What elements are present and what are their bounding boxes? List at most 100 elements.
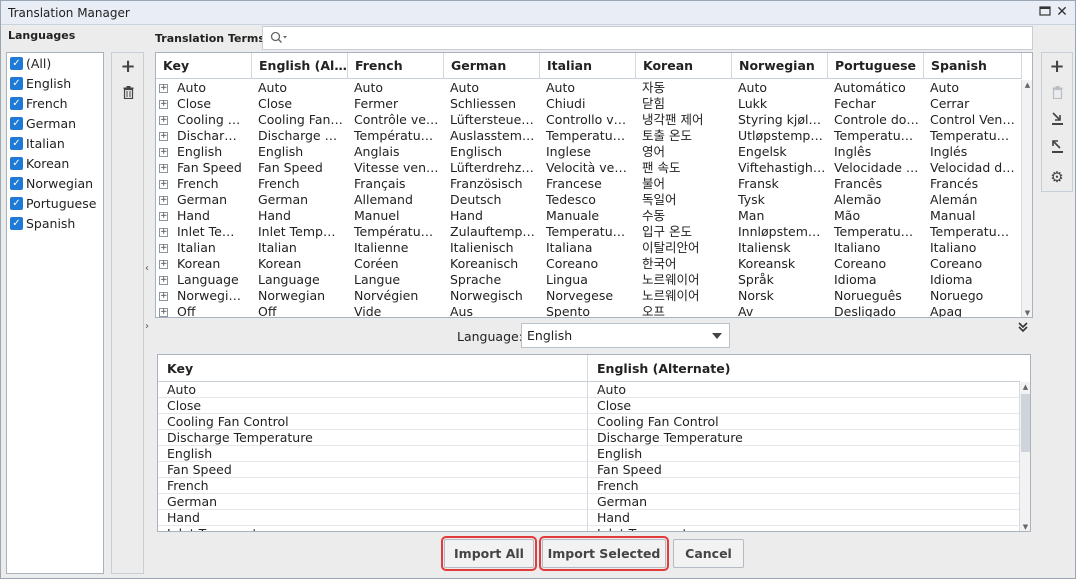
table-cell[interactable]: Velocidad d… (924, 160, 1022, 176)
table-cell[interactable]: Anglais (348, 144, 444, 160)
table-cell-translation[interactable]: Auto (588, 382, 1020, 398)
language-item[interactable]: ✓ Portuguese (7, 193, 103, 213)
table-cell-key[interactable]: Fan Speed (158, 462, 588, 478)
table-cell[interactable]: Temperatu… (924, 224, 1022, 240)
table-cell-translation[interactable]: French (588, 478, 1020, 494)
table-cell[interactable]: Norwegisch (444, 288, 540, 304)
table-cell[interactable]: Lüfterdrehz… (444, 160, 540, 176)
table-cell[interactable]: Alemán (924, 192, 1022, 208)
table-cell[interactable]: Innløpstem… (732, 224, 828, 240)
scroll-down-icon[interactable]: ▼ (1021, 523, 1030, 531)
table-cell[interactable]: Fan Speed (252, 160, 348, 176)
export-icon[interactable] (1047, 139, 1067, 159)
table-cell[interactable]: Vide (348, 304, 444, 317)
expand-icon[interactable]: + (159, 292, 168, 301)
table-cell[interactable]: Températu… (348, 128, 444, 144)
table-cell[interactable]: Automático (828, 80, 924, 96)
chevron-left-icon[interactable]: ‹ (145, 263, 149, 274)
table-cell[interactable]: Températu… (348, 224, 444, 240)
table-cell[interactable]: Italiano (924, 240, 1022, 256)
checkbox[interactable]: ✓ (10, 196, 23, 210)
table-row[interactable]: English English (158, 446, 1020, 462)
table-cell[interactable]: Französisch (444, 176, 540, 192)
table-cell[interactable]: Italian (252, 240, 348, 256)
table-cell[interactable]: Tedesco (540, 192, 636, 208)
table-cell-key[interactable]: + Cooling … (156, 112, 252, 128)
table-cell[interactable]: Manual (924, 208, 1022, 224)
column-header[interactable]: English (Al… (252, 53, 348, 79)
table-cell[interactable]: 노르웨이어 (636, 272, 732, 288)
language-item[interactable]: ✓ English (7, 73, 103, 93)
table-cell[interactable]: Langue (348, 272, 444, 288)
table-row[interactable]: Inlet TemperatureInlet Temperature (158, 526, 1020, 531)
cancel-button[interactable]: Cancel (673, 539, 744, 568)
scroll-up-icon[interactable]: ▲ (1021, 383, 1030, 391)
column-header[interactable]: Italian (540, 53, 636, 79)
table-cell[interactable]: Schliessen (444, 96, 540, 112)
import-selected-button[interactable]: Import Selected (539, 536, 669, 571)
table-row[interactable]: + Off Off Vide Aus Spento 오프 Av Desligado Apag (156, 304, 1022, 317)
language-item[interactable]: ✓ Norwegian (7, 173, 103, 193)
table-cell[interactable]: Idioma (828, 272, 924, 288)
table-cell[interactable]: Auto (540, 80, 636, 96)
table-cell-key[interactable]: Discharge Temperature (158, 430, 588, 446)
table-cell[interactable]: Coreano (540, 256, 636, 272)
table-cell-translation[interactable]: German (588, 494, 1020, 510)
table-cell[interactable]: Controllo v… (540, 112, 636, 128)
table-cell[interactable]: Vitesse ven… (348, 160, 444, 176)
expand-icon[interactable]: + (159, 84, 168, 93)
expand-icon[interactable]: + (159, 212, 168, 221)
table-cell-translation[interactable]: Discharge Temperature (588, 430, 1020, 446)
table-cell[interactable]: Contrôle ve… (348, 112, 444, 128)
table-cell[interactable]: 이탈리안어 (636, 240, 732, 256)
table-cell[interactable]: Inglés (924, 144, 1022, 160)
table-cell[interactable]: Français (348, 176, 444, 192)
table-cell[interactable]: Inglês (828, 144, 924, 160)
table-row[interactable]: + Fan Speed Fan Speed Vitesse ven… Lüfterdre… (156, 160, 1022, 176)
table-cell[interactable]: German (252, 192, 348, 208)
chevron-right-icon[interactable]: › (145, 321, 149, 332)
language-item[interactable]: ✓ French (7, 93, 103, 113)
table-cell[interactable]: Temperatu… (540, 224, 636, 240)
table-cell[interactable]: Inglese (540, 144, 636, 160)
table-cell-key[interactable]: + German (156, 192, 252, 208)
checkbox[interactable]: ✓ (10, 56, 23, 70)
terms-search-input[interactable] (262, 26, 1033, 50)
table-row[interactable]: + Cooling … Cooling Fan… Contrôle ve… Lüfter… (156, 112, 1022, 128)
table-cell[interactable]: 독일어 (636, 192, 732, 208)
column-header-english-alternate[interactable]: English (Alternate) (588, 355, 1020, 382)
table-cell[interactable]: Koreanisch (444, 256, 540, 272)
table-row[interactable]: + French French Français Französisch Francese… (156, 176, 1022, 192)
table-row[interactable]: + Hand Hand Manuel Hand Manuale 수동 Man Mão Manual (156, 208, 1022, 224)
table-cell-key[interactable]: + Close (156, 96, 252, 112)
table-cell[interactable]: Idioma (924, 272, 1022, 288)
table-cell[interactable]: Temperatu… (924, 128, 1022, 144)
table-cell[interactable]: Velocità ve… (540, 160, 636, 176)
table-cell[interactable]: 팬 속도 (636, 160, 732, 176)
checkbox[interactable]: ✓ (10, 96, 23, 110)
table-row[interactable]: + Italian Italian Italienne Italienisch Itali… (156, 240, 1022, 256)
table-cell[interactable]: Auto (924, 80, 1022, 96)
table-cell-key[interactable]: Cooling Fan Control (158, 414, 588, 430)
table-cell[interactable]: Desligado (828, 304, 924, 317)
table-cell[interactable]: Close (252, 96, 348, 112)
column-header-key[interactable]: Key (158, 355, 588, 382)
table-cell[interactable]: 토출 온도 (636, 128, 732, 144)
table-cell[interactable]: Mão (828, 208, 924, 224)
table-cell[interactable]: Francés (924, 176, 1022, 192)
collapse-icon[interactable] (1017, 321, 1029, 337)
table-cell[interactable]: Auto (444, 80, 540, 96)
expand-icon[interactable]: + (159, 196, 168, 205)
table-row[interactable]: + Dischar… Discharge … Températu… Auslasstem… (156, 128, 1022, 144)
column-header[interactable]: Korean (636, 53, 732, 79)
scroll-down-icon[interactable]: ▼ (1023, 309, 1032, 317)
table-cell[interactable]: Lukk (732, 96, 828, 112)
table-cell[interactable]: Alemão (828, 192, 924, 208)
table-cell[interactable]: Apag (924, 304, 1022, 317)
scroll-up-icon[interactable]: ▲ (1023, 81, 1032, 89)
table-cell-key[interactable]: + Fan Speed (156, 160, 252, 176)
table-row[interactable]: + English English Anglais Englisch Inglese 영어 E… (156, 144, 1022, 160)
table-cell[interactable]: Språk (732, 272, 828, 288)
table-cell[interactable]: Temperatu… (828, 224, 924, 240)
checkbox[interactable]: ✓ (10, 136, 23, 150)
